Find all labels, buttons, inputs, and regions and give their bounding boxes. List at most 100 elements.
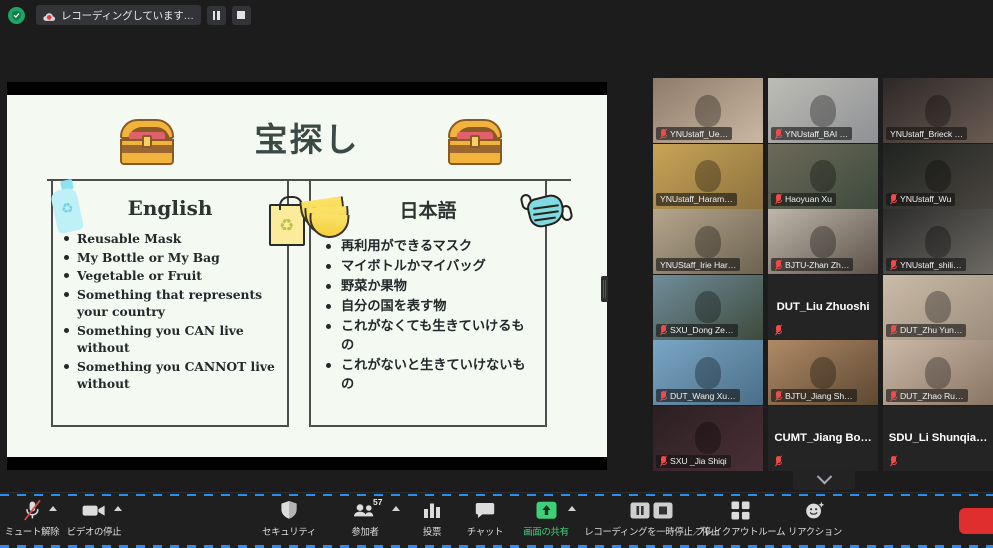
participant-tile[interactable]: BJTU_Jiang Sh… — [768, 340, 878, 405]
chat-button[interactable]: チャット — [453, 499, 517, 538]
list-item: Reusable Mask — [64, 230, 277, 248]
participant-tile[interactable]: YNUstaff_Wu — [883, 143, 993, 209]
participant-tile[interactable]: CUMT_Jiang Bo… — [768, 405, 878, 471]
participant-name-bar: DUT_Zhu Yun… — [886, 323, 967, 337]
participant-name-bar — [771, 324, 786, 337]
video-grid-row: SXU _Jia Shiqi CUMT_Jiang Bo… SDU_Li Shunq… — [653, 405, 993, 471]
video-camera-icon — [82, 499, 106, 521]
share-screen-button[interactable]: 画面の共有 — [514, 499, 578, 538]
list-item: これがないと生きていけないもの — [326, 356, 535, 394]
participant-tile[interactable]: YNUStaff_Irie Har… — [653, 209, 763, 274]
participant-name: BJTU_Jiang Sh… — [785, 390, 853, 401]
shield-icon — [280, 499, 298, 521]
participant-tile[interactable]: DUT_Wang Xu… — [653, 340, 763, 405]
participant-tile[interactable]: YNUstaff_Haram… — [653, 143, 763, 209]
participant-name-bar: DUT_Wang Xu… — [656, 389, 740, 402]
stop-recording-button[interactable] — [231, 5, 251, 25]
list-item: Vegetable or Fruit — [64, 267, 277, 285]
participant-tile[interactable]: YNUstaff_Ue… — [653, 78, 763, 143]
participant-name: DUT_Wang Xu… — [670, 390, 736, 401]
english-bullet-list: Reusable Mask My Bottle or My Bag Vegeta… — [53, 230, 287, 393]
video-grid-row: YNUstaff_Haram… Haoyuan Xu YNUstaff_Wu — [653, 143, 993, 209]
participant-tile[interactable]: SXU_Dong Ze… — [653, 274, 763, 340]
microphone-muted-icon — [660, 127, 668, 140]
grid-squares-icon — [731, 499, 750, 521]
people-icon: 57 — [353, 497, 382, 521]
list-item: マイボトルかマイバッグ — [326, 257, 535, 276]
microphone-muted-icon — [775, 127, 783, 140]
audio-options-caret-icon[interactable] — [49, 506, 57, 511]
participant-tile[interactable]: DUT_Liu Zhuoshi — [768, 274, 878, 340]
participant-tile[interactable]: YNUstaff_BAI … — [768, 78, 878, 143]
shield-icon[interactable] — [8, 6, 25, 24]
recording-indicator: レコーディングしています… — [36, 5, 201, 25]
participant-name: YNUstaff_Wu — [900, 194, 952, 204]
english-column: English Reusable Mask My Bottle or My Ba… — [51, 179, 289, 427]
participants-caret-icon[interactable] — [392, 506, 400, 511]
end-meeting-button[interactable] — [959, 508, 993, 534]
participant-name: DUT_Zhao Ru… — [900, 390, 964, 401]
list-item: 再利用ができるマスク — [326, 237, 535, 256]
mute-button[interactable]: ミュート解除 — [0, 499, 64, 538]
reactions-button[interactable]: リアクション — [780, 499, 850, 538]
english-heading: English — [127, 196, 213, 220]
list-item: 野菜か果物 — [326, 277, 535, 296]
microphone-muted-icon — [660, 455, 668, 467]
participant-name: BJTU-Zhan Zh… — [785, 259, 850, 270]
mute-label: ミュート解除 — [4, 527, 60, 538]
reactions-label: リアクション — [788, 527, 842, 538]
list-item: My Bottle or My Bag — [64, 249, 277, 267]
grid-scroll-down-button[interactable] — [793, 468, 855, 490]
list-item: Something that represents your country — [64, 286, 277, 321]
participant-tile[interactable]: YNUstaff_Brieck … — [883, 78, 993, 143]
video-grid-row: SXU_Dong Ze… DUT_Liu Zhuoshi DUT_Zhu Yun… — [653, 274, 993, 340]
participant-name-bar: DUT_Zhao Ru… — [886, 389, 968, 402]
list-item: 自分の国を表す物 — [326, 297, 535, 316]
participant-name-bar: YNUstaff_shili… — [886, 258, 966, 271]
video-options-caret-icon[interactable] — [114, 506, 122, 511]
breakout-rooms-button[interactable]: ブレイクアウトルーム — [695, 499, 785, 538]
microphone-muted-icon — [775, 324, 783, 336]
participant-name: SXU_Dong Ze… — [670, 325, 734, 335]
participant-tile[interactable]: DUT_Zhao Ru… — [883, 340, 993, 405]
stop-video-button[interactable]: ビデオの停止 — [62, 499, 126, 538]
participant-tile[interactable]: SDU_Li Shunqia… — [883, 405, 993, 471]
security-button[interactable]: セキュリティ — [257, 499, 321, 538]
panel-resize-handle[interactable] — [601, 276, 608, 302]
participants-button[interactable]: 57 参加者 — [333, 497, 397, 538]
microphone-muted-icon — [890, 389, 898, 402]
microphone-muted-icon — [775, 455, 783, 467]
participant-tile[interactable]: SXU _Jia Shiqi — [653, 405, 763, 471]
participant-video-grid: YNUstaff_Ue… YNUstaff_BAI … YNUstaff_Briec… — [653, 78, 993, 471]
pause-icon — [212, 10, 220, 20]
participant-name: YNUstaff_BAI … — [785, 128, 849, 139]
participant-name: Haoyuan Xu — [785, 194, 832, 204]
participant-tile[interactable]: DUT_Zhu Yun… — [883, 274, 993, 340]
participant-tile[interactable]: YNUstaff_shili… — [883, 209, 993, 274]
list-item: Something you CANNOT live without — [64, 358, 277, 393]
chevron-down-icon — [816, 468, 832, 484]
slide-content: 宝探し English Reusable Mask My Bottle or M… — [7, 95, 607, 457]
pause-stop-icon — [630, 499, 674, 521]
participant-tile[interactable]: Haoyuan Xu — [768, 143, 878, 209]
treasure-chest-icon — [448, 119, 502, 165]
participant-name-bar: SXU_Dong Ze… — [656, 323, 738, 337]
participant-name: YNUstaff_Brieck … — [890, 128, 963, 139]
shared-screen-area: 宝探し English Reusable Mask My Bottle or M… — [0, 30, 650, 493]
share-options-caret-icon[interactable] — [568, 506, 576, 511]
chat-bubble-icon — [475, 499, 495, 521]
participant-tile[interactable]: BJTU-Zhan Zh… — [768, 209, 878, 274]
pause-recording-button[interactable] — [206, 5, 226, 25]
presentation-slide: 宝探し English Reusable Mask My Bottle or M… — [7, 82, 607, 470]
microphone-muted-icon — [660, 324, 668, 336]
participant-name-bar: YNUstaff_Brieck … — [886, 127, 967, 140]
microphone-muted-icon — [775, 389, 783, 402]
meeting-toolbar: ミュート解除 ビデオの停止 セキュリティ 57 参加者 投票 チャット 画面の共… — [0, 492, 993, 548]
banana-icon — [299, 195, 351, 243]
participant-name: YNUstaff_shili… — [900, 259, 962, 270]
participant-name-bar: Haoyuan Xu — [771, 192, 836, 206]
smiley-reaction-icon — [805, 499, 825, 521]
video-grid-row: DUT_Wang Xu… BJTU_Jiang Sh… DUT_Zhao Ru… — [653, 340, 993, 405]
participant-name-bar — [771, 455, 786, 468]
participants-count: 57 — [373, 497, 383, 507]
